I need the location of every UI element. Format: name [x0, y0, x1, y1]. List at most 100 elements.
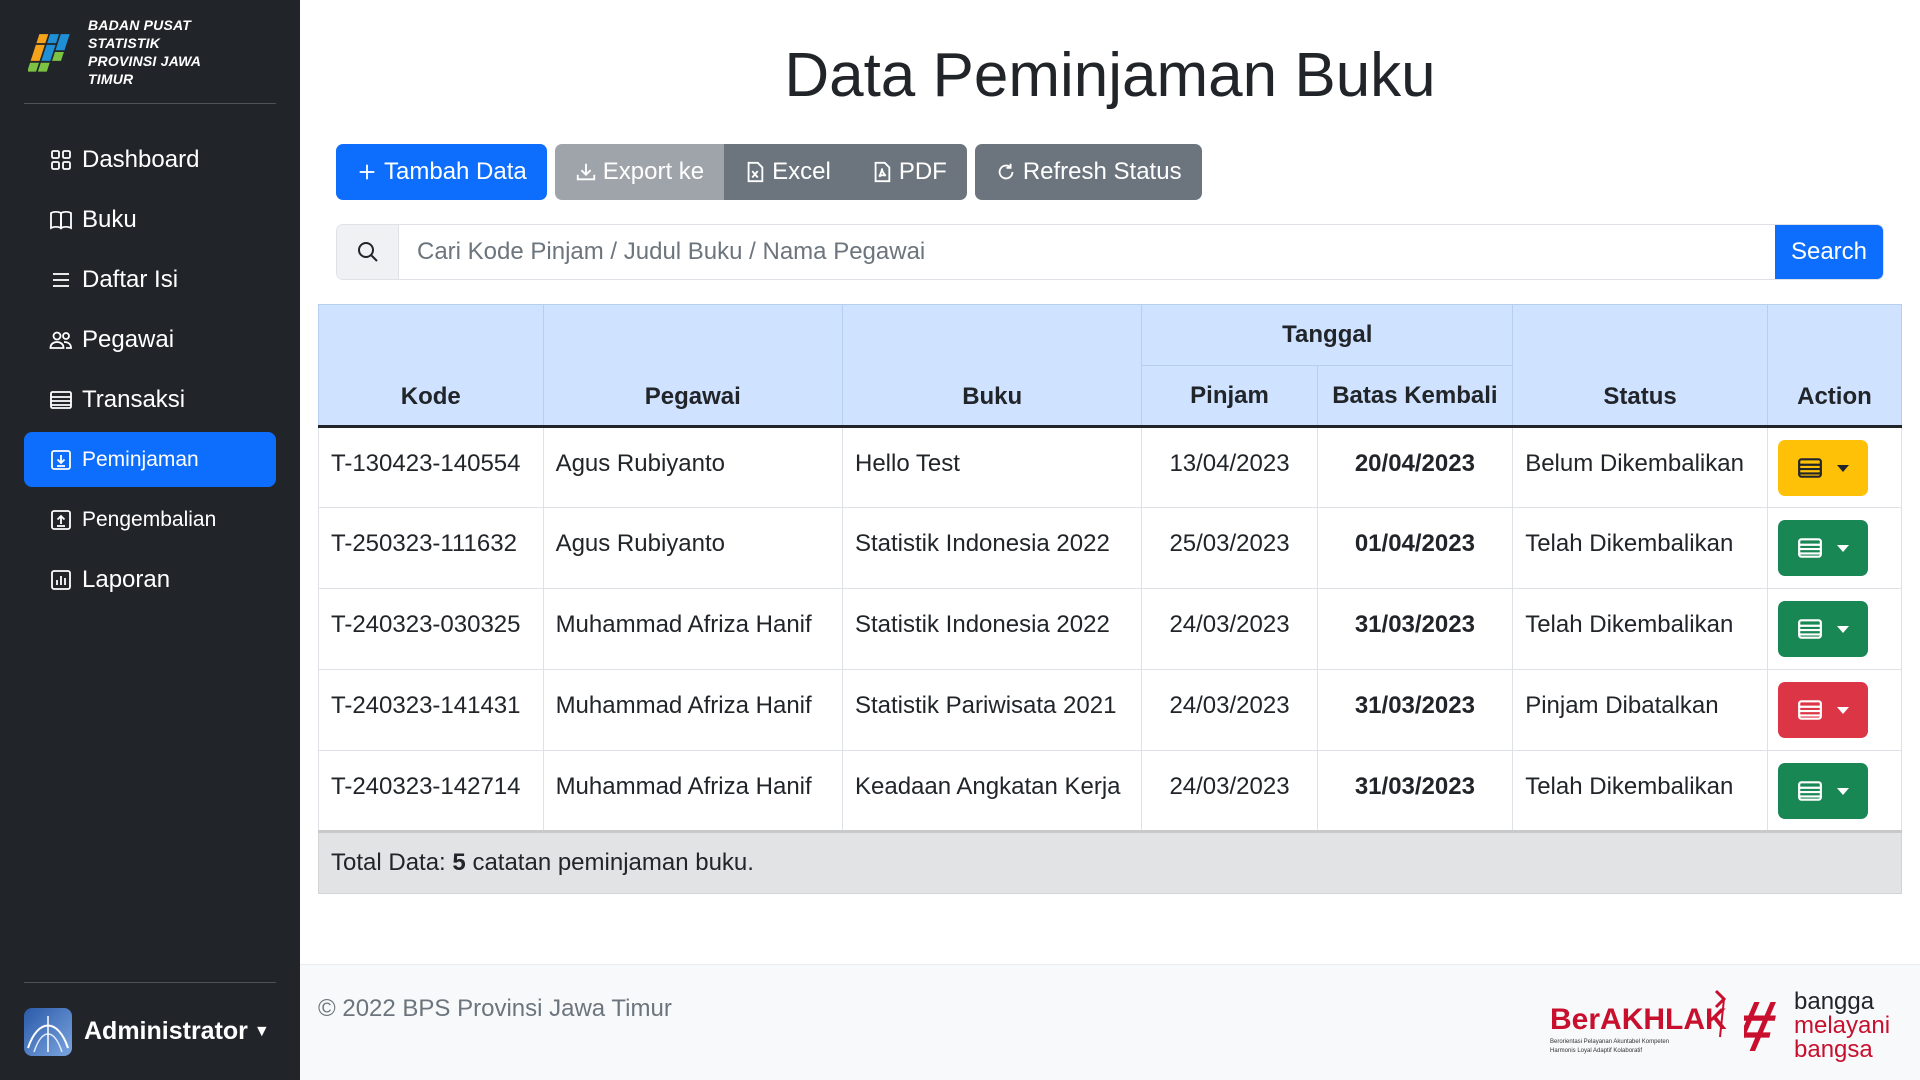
cell-buku: Statistik Indonesia 2022	[841, 507, 1143, 589]
grid-icon	[48, 147, 74, 173]
svg-text:bangga: bangga	[1794, 988, 1875, 1015]
caret-down-icon	[1836, 544, 1849, 552]
cell-batas-kembali: 31/03/2023	[1316, 750, 1514, 832]
table-body: T-130423-140554 Agus Rubiyanto Hello Test 1…	[318, 426, 1903, 832]
file-excel-icon	[747, 161, 764, 183]
cell-pegawai: Agus Rubiyanto	[542, 426, 843, 508]
search-button[interactable]: Search	[1775, 225, 1883, 279]
cell-pegawai: Muhammad Afriza Hanif	[542, 750, 843, 832]
action-dropdown-button[interactable]	[1777, 682, 1868, 738]
card-list-icon	[1798, 781, 1822, 801]
sidebar-item-label: Dashboard	[82, 145, 200, 173]
total-count: 5	[452, 849, 466, 876]
header-kode: Kode	[318, 304, 544, 428]
avatar	[24, 1007, 72, 1056]
brand[interactable]: BADAN PUSAT STATISTIK PROVINSI JAWA TIMU…	[24, 0, 276, 104]
cell-pegawai: Muhammad Afriza Hanif	[542, 588, 843, 670]
cell-buku: Statistik Indonesia 2022	[841, 588, 1143, 670]
brand-text: BADAN PUSAT STATISTIK PROVINSI JAWA TIMU…	[88, 16, 248, 88]
bps-logo-icon	[28, 33, 70, 72]
add-data-button[interactable]: Tambah Data	[336, 144, 547, 200]
action-dropdown-button[interactable]	[1777, 440, 1868, 496]
sidebar-item-pengembalian[interactable]: Pengembalian	[24, 492, 276, 547]
card-list-icon	[48, 387, 74, 413]
cell-pinjam: 13/04/2023	[1141, 426, 1318, 508]
user-name: Administrator	[84, 1017, 248, 1045]
header-tanggal: Tanggal	[1141, 304, 1514, 366]
total-prefix: Total Data:	[331, 849, 446, 876]
cell-status: Telah Dikembalikan	[1512, 750, 1768, 832]
toolbar: Tambah Data Export ke Excel PDF Refresh …	[336, 144, 1202, 200]
cell-batas-kembali: 20/04/2023	[1316, 426, 1514, 508]
header-buku: Buku	[841, 304, 1143, 428]
box-arrow-up-icon	[48, 507, 74, 533]
sidebar-item-transaksi[interactable]: Transaksi	[24, 372, 276, 427]
cell-action	[1766, 426, 1903, 508]
sidebar: BADAN PUSAT STATISTIK PROVINSI JAWA TIMU…	[0, 0, 300, 1080]
bangga-melayani-bangsa-logo: # bangga melayani bangsa	[1744, 987, 1890, 1063]
search-bar: Search	[336, 224, 1884, 280]
cell-pegawai: Agus Rubiyanto	[542, 507, 843, 589]
card-list-icon	[1798, 700, 1822, 720]
caret-down-icon	[1836, 706, 1849, 714]
refresh-label: Refresh Status	[1022, 158, 1182, 185]
cell-buku: Hello Test	[841, 426, 1143, 508]
svg-text:Harmonis Loyal Adaptif Kolabor: Harmonis Loyal Adaptif Kolaboratif	[1550, 1048, 1642, 1054]
refresh-icon	[998, 163, 1014, 180]
cell-status: Belum Dikembalikan	[1512, 426, 1768, 508]
cell-batas-kembali: 31/03/2023	[1316, 588, 1514, 670]
sidebar-item-label: Transaksi	[82, 385, 186, 413]
sidebar-item-laporan[interactable]: Laporan	[24, 552, 276, 607]
cell-status: Telah Dikembalikan	[1512, 507, 1768, 589]
cell-pinjam: 24/03/2023	[1141, 750, 1318, 832]
caret-down-icon: ▼	[253, 1022, 270, 1040]
cell-kode: T-130423-140554	[318, 426, 544, 508]
svg-text:Berorientasi Pelayanan Akuntab: Berorientasi Pelayanan Akuntabel Kompete…	[1550, 1039, 1669, 1045]
brand-line2: PROVINSI JAWA TIMUR	[88, 52, 201, 87]
sidebar-item-pegawai[interactable]: Pegawai	[24, 312, 276, 367]
cell-batas-kembali: 01/04/2023	[1316, 507, 1514, 589]
header-action: Action	[1766, 304, 1903, 428]
refresh-status-button[interactable]: Refresh Status	[974, 144, 1202, 200]
bar-chart-icon	[48, 567, 74, 593]
header-batas-kembali: Batas Kembali	[1316, 365, 1514, 428]
caret-down-icon	[1836, 625, 1849, 633]
sidebar-item-peminjaman[interactable]: Peminjaman	[24, 432, 276, 487]
sidebar-item-label: Pegawai	[82, 325, 175, 353]
action-dropdown-button[interactable]	[1777, 601, 1868, 657]
table-row: T-250323-111632 Agus Rubiyanto Statistik I…	[318, 507, 1903, 589]
sidebar-item-label: Laporan	[82, 565, 171, 593]
action-dropdown-button[interactable]	[1777, 763, 1868, 819]
sidebar-item-label: Daftar Isi	[82, 265, 179, 293]
book-icon	[48, 207, 74, 233]
user-menu[interactable]: Administrator ▼	[24, 982, 276, 1080]
svg-text:bangsa: bangsa	[1794, 1036, 1873, 1063]
cell-kode: T-240323-142714	[318, 750, 544, 832]
excel-label: Excel	[772, 158, 831, 185]
sidebar-item-label: Pengembalian	[82, 507, 217, 531]
peminjaman-table: Kode Pegawai Buku Tanggal Status Action …	[318, 304, 1903, 894]
cell-action	[1766, 507, 1903, 589]
action-dropdown-button[interactable]	[1777, 520, 1868, 576]
pdf-label: PDF	[898, 158, 947, 185]
total-suffix: catatan peminjaman buku.	[472, 849, 754, 876]
cell-kode: T-240323-030325	[318, 588, 544, 670]
cell-status: Telah Dikembalikan	[1512, 588, 1768, 670]
sidebar-item-dashboard[interactable]: Dashboard	[24, 132, 276, 187]
export-button-group: Export ke Excel PDF	[554, 144, 967, 200]
box-arrow-in-down-icon	[48, 447, 74, 473]
card-list-icon	[1798, 538, 1822, 558]
sidebar-item-buku[interactable]: Buku	[24, 192, 276, 247]
export-label-button: Export ke	[554, 144, 725, 200]
export-pdf-button[interactable]: PDF	[850, 144, 967, 200]
header-pegawai: Pegawai	[542, 304, 843, 428]
table-total: Total Data: 5 catatan peminjaman buku.	[318, 830, 1902, 894]
search-input[interactable]	[399, 225, 1775, 279]
sidebar-item-daftar-isi[interactable]: Daftar Isi	[24, 252, 276, 307]
export-label: Export ke	[602, 158, 705, 185]
berakhlak-logo: BerAKHLAK Berorientasi Pelayanan Akuntab…	[1550, 989, 1727, 1054]
svg-text:#: #	[1744, 987, 1783, 1063]
export-excel-button[interactable]: Excel	[724, 144, 851, 200]
cell-buku: Keadaan Angkatan Kerja	[841, 750, 1143, 832]
svg-text:BerAKHLAK: BerAKHLAK	[1550, 1003, 1727, 1036]
